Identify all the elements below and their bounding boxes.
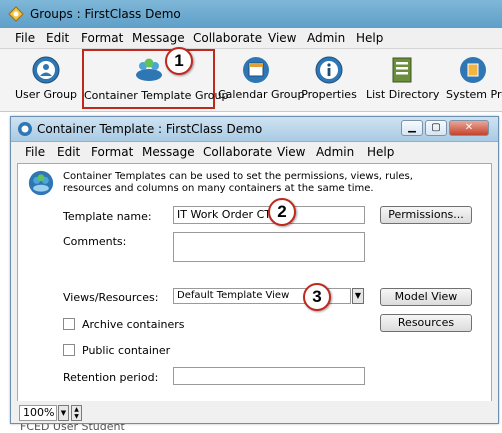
inner-menu-admin[interactable]: Admin [316,145,354,159]
inner-title-bar: Container Template : FirstClass Demo ▁ ▢… [11,117,498,142]
list-directory-label: List Directory [366,88,440,101]
user-group-icon [32,56,60,84]
outer-title-bar: Groups : FirstClass Demo [0,0,502,29]
retention-period-field[interactable] [173,367,365,385]
inner-menu-view[interactable]: View [277,145,305,159]
comments-field[interactable] [173,232,365,262]
views-resources-label: Views/Resources: [63,291,159,304]
container-template-group-icon [135,58,162,81]
inner-menu-help[interactable]: Help [367,145,394,159]
info-icon [315,56,343,84]
container-template-icon [18,122,32,136]
properties-button[interactable]: Properties [300,49,358,107]
comments-label: Comments: [63,235,127,248]
inner-menu-bar: File Edit Format Message Collaborate Vie… [11,142,498,162]
callout-3: 3 [303,283,331,311]
inner-menu-edit[interactable]: Edit [57,145,80,159]
archive-containers-label: Archive containers [82,318,185,331]
menu-edit[interactable]: Edit [46,31,69,45]
inner-menu-message[interactable]: Message [142,145,195,159]
description-text: Container Templates can be used to set t… [63,171,413,194]
template-name-label: Template name: [63,210,152,223]
container-template-group-icon [28,170,54,196]
public-container-label: Public container [82,344,171,357]
permissions-button[interactable]: Permissions... [380,206,472,224]
container-template-group-label: Container Template Group [84,89,229,102]
container-template-window: Container Template : FirstClass Demo ▁ ▢… [10,116,499,424]
system-profile-icon [460,57,486,83]
inner-window-title: Container Template : FirstClass Demo [37,122,263,136]
user-group-label: User Group [14,88,78,101]
callout-1: 1 [165,47,193,75]
calendar-group-icon [243,57,269,83]
calendar-group-label: Calendar Group [218,88,305,101]
menu-format[interactable]: Format [81,31,123,45]
user-group-button[interactable]: User Group [14,49,78,107]
properties-label: Properties [301,88,357,101]
container-template-group-button[interactable]: Container Template Group [82,49,229,109]
menu-message[interactable]: Message [132,31,185,45]
menu-admin[interactable]: Admin [307,31,345,45]
inner-menu-format[interactable]: Format [91,145,133,159]
menu-help[interactable]: Help [356,31,383,45]
close-button[interactable]: ✕ [449,120,489,136]
resources-button[interactable]: Resources [380,314,472,332]
menu-view[interactable]: View [268,31,296,45]
maximize-button[interactable]: ▢ [425,120,447,136]
inner-menu-file[interactable]: File [25,145,45,159]
model-view-button[interactable]: Model View [380,288,472,306]
zoom-dropdown-icon[interactable]: ▼ [58,405,69,421]
archive-containers-checkbox[interactable] [63,318,75,330]
status-bar: 100% ▼ ▲ ▼ [11,401,498,423]
menu-collaborate[interactable]: Collaborate [193,31,262,45]
calendar-group-button[interactable]: Calendar Group [218,49,305,107]
outer-window-title: Groups : FirstClass Demo [30,7,181,21]
directory-list-icon [392,57,412,83]
inner-menu-collaborate[interactable]: Collaborate [203,145,272,159]
list-directory-button[interactable]: List Directory [366,49,440,107]
form-panel: Container Templates can be used to set t… [17,163,492,402]
callout-2: 2 [268,198,296,226]
minimize-button[interactable]: ▁ [401,120,423,136]
outer-menu-bar: File Edit Format Message Collaborate Vie… [0,28,502,49]
toolbar: User Group Container Template Group Cale… [0,49,502,112]
zoom-field[interactable]: 100% [19,405,57,421]
menu-file[interactable]: File [15,31,35,45]
system-profile-button[interactable]: System Pro [444,49,502,107]
retention-period-label: Retention period: [63,371,159,384]
public-container-checkbox[interactable] [63,344,75,356]
firstclass-app-icon [8,6,24,22]
zoom-stepper-icon[interactable]: ▲ ▼ [71,405,82,421]
chevron-down-icon[interactable]: ▼ [352,288,364,304]
system-profile-label: System Pro [446,88,502,101]
